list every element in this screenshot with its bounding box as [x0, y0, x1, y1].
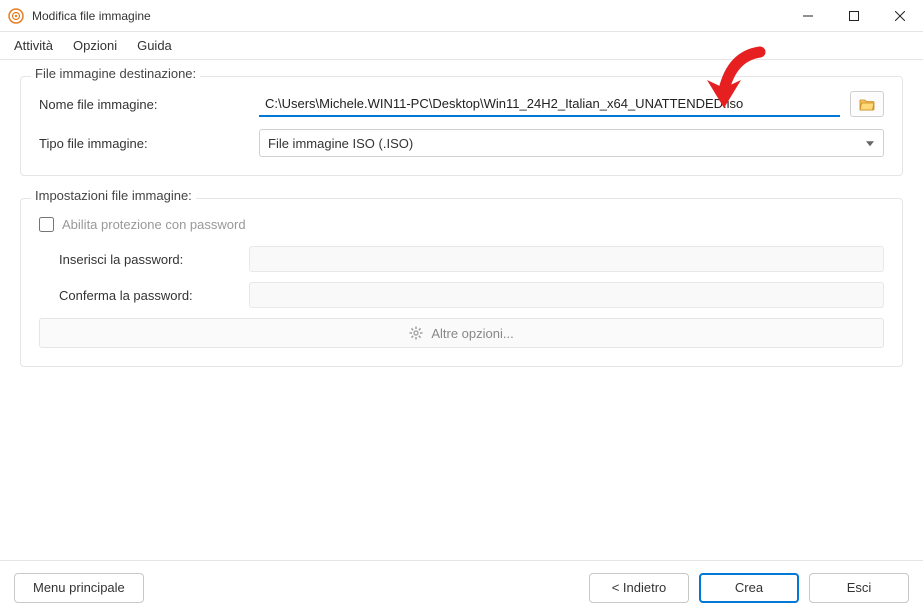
- exit-button[interactable]: Esci: [809, 573, 909, 603]
- group-destination: File immagine destinazione: Nome file im…: [20, 76, 903, 176]
- filetype-select-wrap: File immagine ISO (.ISO): [259, 129, 884, 157]
- row-filename: Nome file immagine:: [39, 91, 884, 117]
- more-options-label: Altre opzioni...: [431, 326, 513, 341]
- row-filetype: Tipo file immagine: File immagine ISO (.…: [39, 129, 884, 157]
- window-title: Modifica file immagine: [32, 9, 785, 23]
- enter-password-input[interactable]: [249, 246, 884, 272]
- close-button[interactable]: [877, 0, 923, 32]
- browse-button[interactable]: [850, 91, 884, 117]
- confirm-password-input[interactable]: [249, 282, 884, 308]
- maximize-button[interactable]: [831, 0, 877, 32]
- enable-password-checkbox[interactable]: [39, 217, 54, 232]
- menubar: Attività Opzioni Guida: [0, 32, 923, 60]
- gear-icon: [409, 326, 423, 340]
- menu-help[interactable]: Guida: [127, 34, 182, 57]
- group-destination-legend: File immagine destinazione:: [31, 66, 200, 81]
- label-enter-password: Inserisci la password:: [59, 252, 249, 267]
- minimize-button[interactable]: [785, 0, 831, 32]
- create-button[interactable]: Crea: [699, 573, 799, 603]
- main-menu-button[interactable]: Menu principale: [14, 573, 144, 603]
- more-options-button[interactable]: Altre opzioni...: [39, 318, 884, 348]
- row-enable-password: Abilita protezione con password: [39, 217, 884, 232]
- filename-input[interactable]: [259, 91, 840, 117]
- footer: Menu principale < Indietro Crea Esci: [0, 560, 923, 614]
- content-area: File immagine destinazione: Nome file im…: [0, 60, 923, 405]
- label-confirm-password: Conferma la password:: [59, 288, 249, 303]
- titlebar: Modifica file immagine: [0, 0, 923, 32]
- menu-activity[interactable]: Attività: [4, 34, 63, 57]
- menu-options[interactable]: Opzioni: [63, 34, 127, 57]
- filetype-select[interactable]: File immagine ISO (.ISO): [259, 129, 884, 157]
- folder-open-icon: [859, 97, 875, 111]
- row-enter-password: Inserisci la password:: [59, 246, 884, 272]
- app-icon: [8, 8, 24, 24]
- group-settings-legend: Impostazioni file immagine:: [31, 188, 196, 203]
- label-filetype: Tipo file immagine:: [39, 136, 249, 151]
- label-filename: Nome file immagine:: [39, 97, 249, 112]
- row-confirm-password: Conferma la password:: [59, 282, 884, 308]
- group-settings: Impostazioni file immagine: Abilita prot…: [20, 198, 903, 367]
- back-button[interactable]: < Indietro: [589, 573, 689, 603]
- enable-password-label: Abilita protezione con password: [62, 217, 246, 232]
